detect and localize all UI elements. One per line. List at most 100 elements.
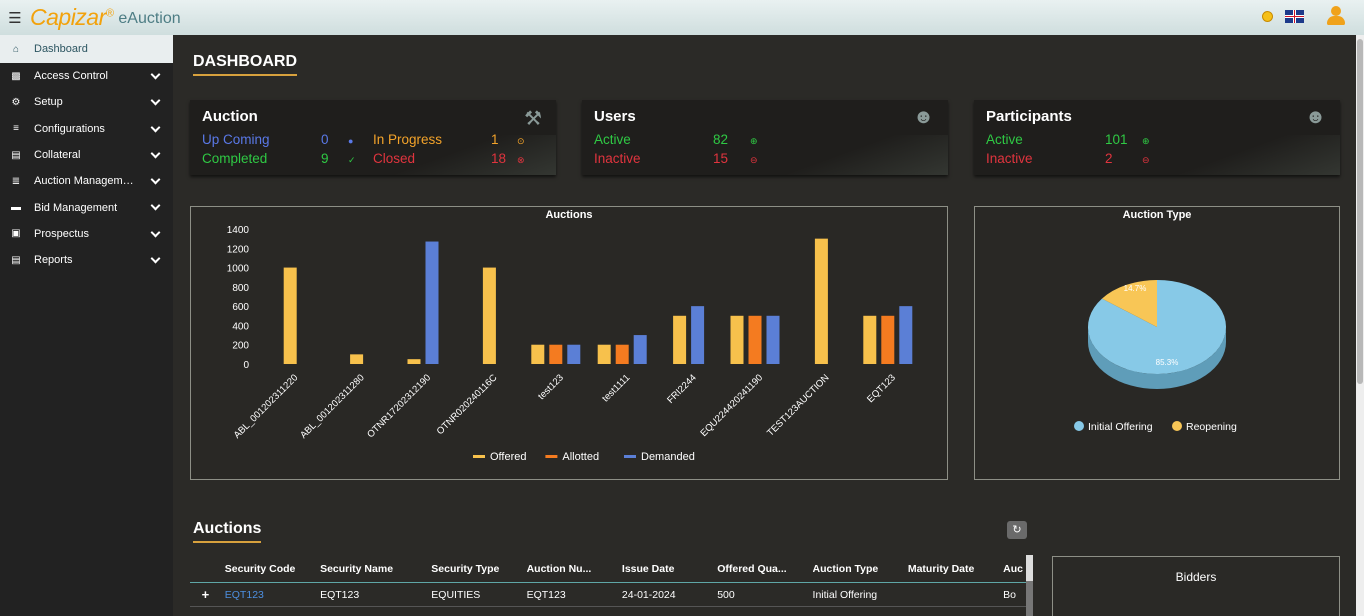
card-title: Auction xyxy=(202,108,258,125)
uk-flag-icon[interactable] xyxy=(1285,9,1304,23)
legend-label[interactable]: Offered xyxy=(490,451,527,463)
sidebar-item-prospectus[interactable]: ▣ Prospectus xyxy=(0,221,173,247)
sidebar-item-access-control[interactable]: ▩ Access Control xyxy=(0,63,173,89)
issue-date-cell: 24-01-2024 xyxy=(621,588,676,601)
offered-qty-cell: 500 xyxy=(717,588,735,601)
bar-offered[interactable] xyxy=(597,344,611,364)
column-header[interactable]: Security Code xyxy=(225,563,320,575)
sidebar-item-collateral[interactable]: ▤ Collateral xyxy=(0,142,173,168)
document-icon: ▤ xyxy=(11,149,21,161)
users-active-label: Active xyxy=(594,132,631,147)
sidebar-item-dashboard[interactable]: ⌂ Dashboard xyxy=(0,35,173,63)
inprogress-value: 1 xyxy=(491,132,499,147)
bar-offered[interactable] xyxy=(863,315,877,364)
bidders-title: Bidders xyxy=(1175,570,1217,584)
users-group-icon: ☻ xyxy=(1304,106,1326,128)
refresh-button[interactable]: ↻ xyxy=(1007,521,1027,539)
gear-icon: ⚙ xyxy=(11,96,21,108)
page-scrollbar[interactable] xyxy=(1356,35,1364,616)
sidebar-item-setup[interactable]: ⚙ Setup xyxy=(0,89,173,115)
column-header[interactable]: Maturity Date xyxy=(908,563,1003,575)
card-icon: ▬ xyxy=(11,202,21,214)
bar-offered[interactable] xyxy=(350,354,364,364)
column-header[interactable]: Security Name xyxy=(320,563,431,575)
chevron-down-icon xyxy=(150,148,161,159)
expand-row-button[interactable]: + xyxy=(190,587,225,602)
auctions-section-title: Auctions xyxy=(193,520,262,543)
bar-offered[interactable] xyxy=(730,315,744,364)
table-header: Security Code Security Name Security Typ… xyxy=(190,555,1033,583)
chevron-down-icon xyxy=(150,253,161,264)
bar-offered[interactable] xyxy=(673,315,687,364)
brand-subtitle: eAuction xyxy=(118,10,181,27)
closed-value: 18 xyxy=(491,151,507,166)
status-indicator-icon xyxy=(1262,10,1273,22)
sidebar-item-reports[interactable]: ▤ Reports xyxy=(0,247,173,273)
chevron-down-icon xyxy=(150,69,161,80)
bar-offered[interactable] xyxy=(531,344,545,364)
participants-active-label: Active xyxy=(986,132,1023,147)
security-code-link[interactable]: EQT123 xyxy=(225,589,320,601)
x-tick-label: ABL_001202311280 xyxy=(298,372,367,441)
chevron-down-icon xyxy=(150,227,161,238)
closed-label: Closed xyxy=(373,151,416,166)
bar-demanded[interactable] xyxy=(633,335,647,364)
bar-offered[interactable] xyxy=(814,238,828,364)
legend-label[interactable]: Reopening xyxy=(1186,421,1237,433)
sidebar-item-bid-management[interactable]: ▬ Bid Management xyxy=(0,194,173,220)
bar-offered[interactable] xyxy=(407,359,421,364)
home-icon: ⌂ xyxy=(12,43,20,55)
column-header[interactable]: Security Type xyxy=(431,563,526,575)
table-scrollbar[interactable] xyxy=(1026,555,1033,616)
bar-demanded[interactable] xyxy=(899,306,913,364)
bar-allotted[interactable] xyxy=(748,315,762,364)
bar-offered[interactable] xyxy=(283,267,297,364)
bar-demanded[interactable] xyxy=(691,306,705,364)
legend-swatch xyxy=(624,455,636,458)
x-tick-label: EQT123 xyxy=(865,372,898,405)
users-inactive-value: 15 xyxy=(713,151,729,166)
x-tick-label: FRI2244 xyxy=(665,372,699,406)
legend-label[interactable]: Demanded xyxy=(641,451,695,463)
sidebar-item-label: Bid Management xyxy=(34,201,118,214)
chevron-down-icon xyxy=(150,174,161,185)
auctions-bar-chart: Auctions 0 200 400 600 800 1000 1200 1400 ABL_00… xyxy=(190,206,948,480)
bar-demanded[interactable] xyxy=(425,241,439,364)
bar-allotted[interactable] xyxy=(615,344,629,364)
users-summary-card: Users ☻ Active 82 ⊕ Inactive 15 ⊖ xyxy=(582,100,948,175)
auction-type-pie-svg: 85.3% 14.7% Initial Offering Reopening xyxy=(1074,280,1237,433)
x-tick-label: OTNR020240116C xyxy=(435,372,500,437)
sliders-icon: ≡ xyxy=(13,123,19,135)
bar-demanded[interactable] xyxy=(766,315,780,364)
legend-label[interactable]: Initial Offering xyxy=(1088,421,1153,433)
legend-swatch xyxy=(1074,421,1084,431)
chevron-down-icon xyxy=(150,95,161,106)
column-header[interactable]: Auction Type xyxy=(813,563,908,575)
report-icon: ▤ xyxy=(11,254,21,266)
bar-allotted[interactable] xyxy=(549,344,563,364)
y-tick-label: 0 xyxy=(243,360,249,371)
table-row[interactable]: + EQT123 EQT123 EQUITIES EQT123 24-01-20… xyxy=(190,583,1033,607)
column-header[interactable]: Issue Date xyxy=(622,563,717,575)
bar-offered[interactable] xyxy=(482,267,496,364)
y-tick-label: 200 xyxy=(232,341,249,352)
sidebar-item-auction-management[interactable]: ≣ Auction Management xyxy=(0,168,173,194)
hamburger-menu-icon[interactable]: ☰ xyxy=(0,9,30,27)
upcoming-dot-icon: ● xyxy=(348,136,354,146)
completed-label: Completed xyxy=(202,151,268,166)
lock-icon: ▩ xyxy=(11,70,21,82)
gavel-icon: ⚒ xyxy=(524,108,542,130)
list-icon: ≣ xyxy=(11,175,21,187)
column-header[interactable]: Auction Nu... xyxy=(527,563,622,575)
bar-demanded[interactable] xyxy=(567,344,581,364)
sidebar-item-label: Collateral xyxy=(34,149,81,162)
column-header[interactable]: Offered Qua... xyxy=(717,563,812,575)
sidebar-item-configurations[interactable]: ≡ Configurations xyxy=(0,116,173,142)
sidebar-item-label: Auction Management xyxy=(34,175,134,188)
legend-swatch xyxy=(1172,421,1182,431)
user-profile-icon[interactable] xyxy=(1326,6,1346,26)
bar-allotted[interactable] xyxy=(881,315,895,364)
legend-label[interactable]: Allotted xyxy=(562,451,599,463)
refresh-icon: ↻ xyxy=(1012,524,1022,536)
pie-value-label: 14.7% xyxy=(1124,284,1147,293)
